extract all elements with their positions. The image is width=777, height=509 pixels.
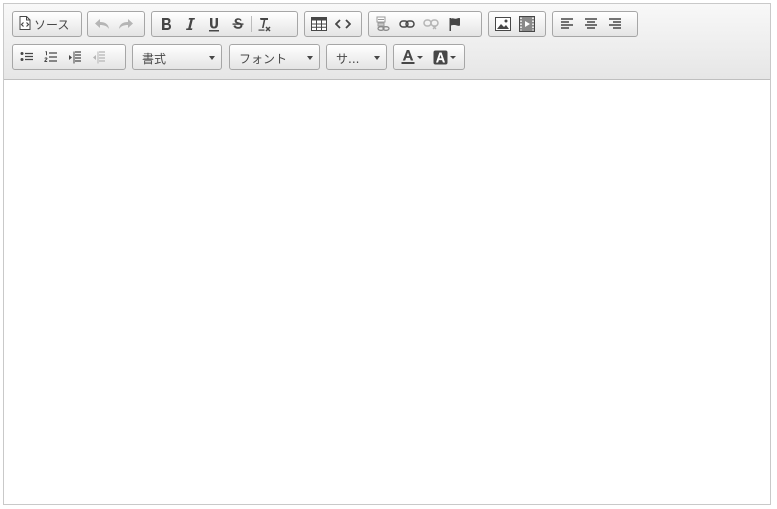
table-icon (311, 17, 327, 31)
numbered-list-button[interactable] (39, 46, 63, 68)
link-button[interactable] (395, 13, 419, 35)
font-dropdown-label: フォント (239, 52, 288, 66)
source-button[interactable]: ソース (15, 13, 73, 35)
align-left-icon (560, 18, 574, 30)
redo-icon (118, 17, 134, 31)
italic-icon (184, 17, 196, 31)
colors-group (393, 44, 465, 70)
unlink-icon (423, 18, 439, 30)
format-dropdown-label: 書式 (142, 52, 167, 66)
bulleted-list-button[interactable] (15, 46, 39, 68)
toolbar-separator (251, 16, 252, 32)
editor-toolbar: ソース 書式 フォント サ... (4, 4, 770, 80)
size-dropdown[interactable]: サ... (326, 44, 387, 70)
bulleted-list-icon (20, 51, 34, 63)
anchor-icon (448, 17, 462, 32)
code-button[interactable] (331, 13, 355, 35)
image-icon (495, 17, 511, 31)
anchor-button[interactable] (443, 13, 467, 35)
list-group (12, 44, 126, 70)
rich-text-editor: ソース 書式 フォント サ... (3, 3, 771, 505)
chevron-down-icon (307, 56, 313, 60)
italic-button[interactable] (178, 13, 202, 35)
paste-from-word-icon (375, 16, 391, 32)
text-color-button[interactable] (396, 46, 428, 68)
size-dropdown-label: サ... (336, 52, 360, 66)
history-group (87, 11, 145, 37)
chevron-down-icon (449, 55, 456, 59)
code-icon (335, 18, 351, 30)
image-button[interactable] (491, 13, 515, 35)
undo-button[interactable] (90, 13, 114, 35)
outdent-button[interactable] (87, 46, 111, 68)
align-center-icon (584, 18, 598, 30)
font-dropdown[interactable]: フォント (229, 44, 320, 70)
source-group: ソース (12, 11, 82, 37)
indent-icon (68, 50, 82, 64)
alignment-group (552, 11, 638, 37)
align-left-button[interactable] (555, 13, 579, 35)
underline-icon (208, 17, 220, 32)
redo-button[interactable] (114, 13, 138, 35)
align-center-button[interactable] (579, 13, 603, 35)
strikethrough-icon (232, 17, 244, 31)
bold-icon (160, 17, 172, 31)
format-dropdown[interactable]: 書式 (132, 44, 222, 70)
bold-button[interactable] (154, 13, 178, 35)
video-button[interactable] (515, 13, 539, 35)
outdent-icon (92, 50, 106, 64)
text-color-icon (401, 49, 415, 65)
strikethrough-button[interactable] (226, 13, 250, 35)
editor-content-area[interactable] (4, 80, 770, 504)
remove-format-button[interactable] (253, 13, 277, 35)
background-color-icon (433, 50, 448, 65)
link-icon (399, 19, 415, 29)
underline-button[interactable] (202, 13, 226, 35)
chevron-down-icon (209, 56, 215, 60)
align-right-button[interactable] (603, 13, 627, 35)
source-icon (19, 15, 31, 34)
insert-group (304, 11, 362, 37)
basic-styles-group (151, 11, 298, 37)
table-button[interactable] (307, 13, 331, 35)
background-color-button[interactable] (428, 46, 460, 68)
indent-button[interactable] (63, 46, 87, 68)
remove-format-icon (258, 17, 272, 32)
align-right-icon (608, 18, 622, 30)
undo-icon (94, 17, 110, 31)
numbered-list-icon (44, 50, 58, 64)
video-icon (519, 16, 535, 32)
media-group (488, 11, 546, 37)
unlink-button[interactable] (419, 13, 443, 35)
links-group (368, 11, 482, 37)
chevron-down-icon (374, 56, 380, 60)
paste-from-word-button[interactable] (371, 13, 395, 35)
source-label: ソース (34, 17, 70, 32)
chevron-down-icon (417, 55, 423, 59)
